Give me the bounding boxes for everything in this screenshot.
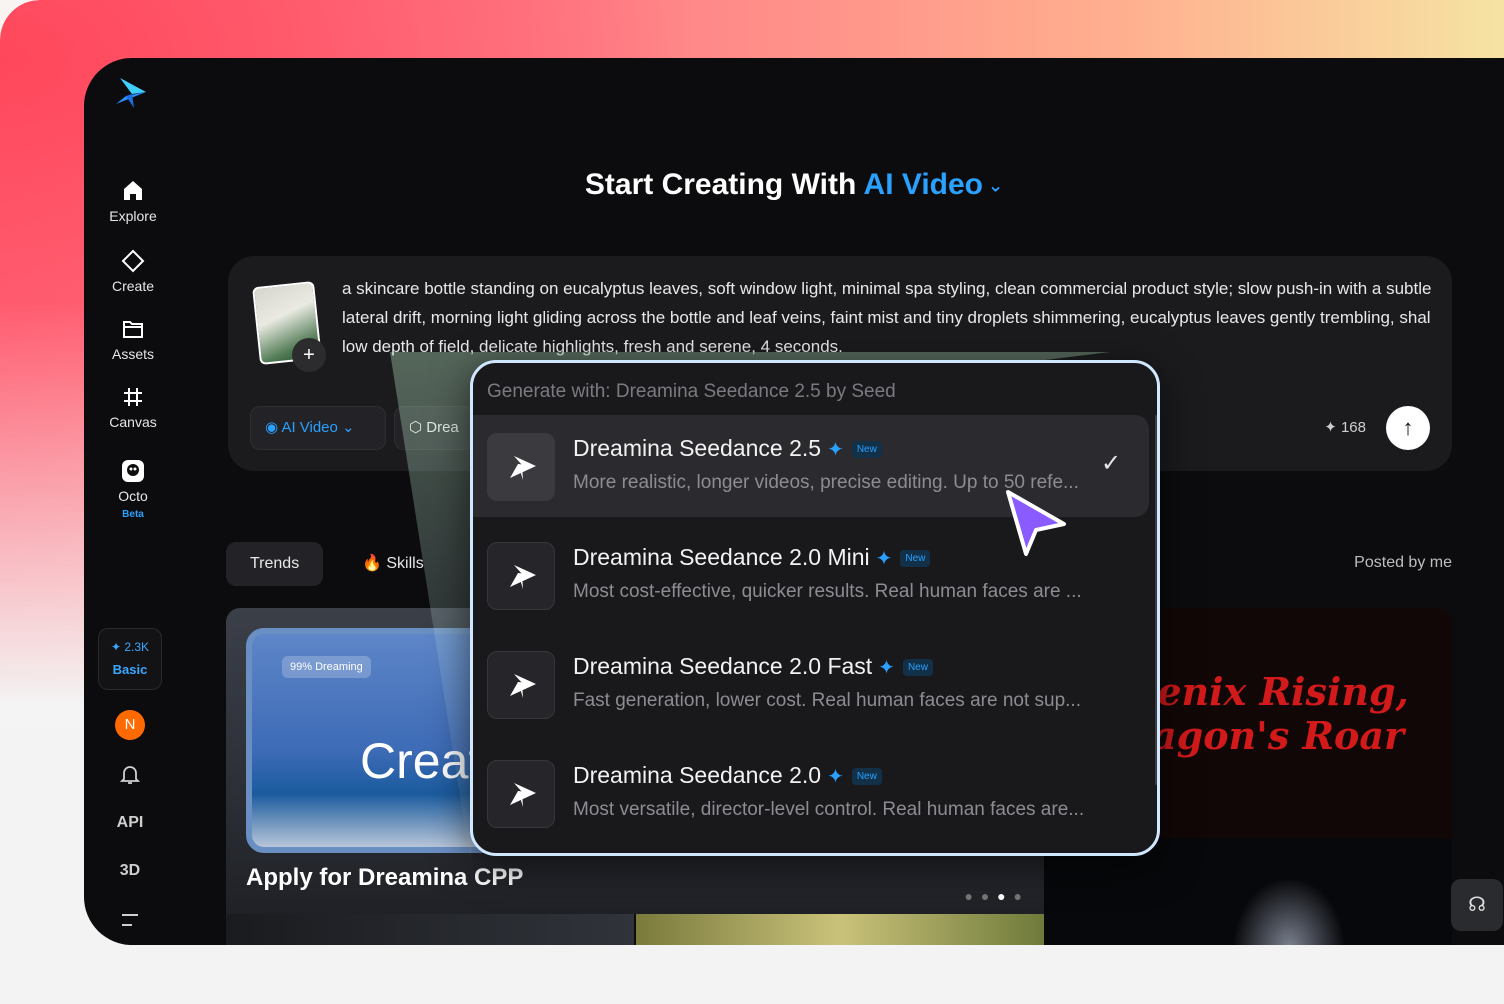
title-prefix: Start Creating With — [584, 168, 857, 201]
new-badge: New — [902, 659, 933, 677]
sparkle-icon: ✦ — [827, 439, 844, 461]
arrow-up-icon: ↑ — [1402, 415, 1414, 440]
chevron-down-icon: ⌄ — [983, 175, 1004, 196]
bell-icon[interactable] — [114, 763, 146, 785]
sparkle-icon: ✦ — [1324, 419, 1341, 436]
tab-trends[interactable]: Trends — [226, 542, 324, 586]
model-icon — [487, 651, 555, 719]
sparkle-icon: ✦ — [878, 657, 895, 679]
plan-label: Basic — [112, 662, 148, 677]
model-option-seedance-2-0-fast[interactable]: Dreamina Seedance 2.0 Fast ✦ New Fast gene… — [473, 633, 1149, 735]
video-icon: ◉ — [265, 419, 282, 436]
credits-count: 2.3K — [124, 640, 150, 654]
sparkle-icon: ✦ — [875, 548, 893, 570]
model-option-title: Dreamina Seedance 2.0 Fast — [573, 653, 873, 679]
diamond-icon — [121, 249, 145, 273]
new-badge: New — [851, 441, 882, 459]
sidebar-item-label: Assets — [111, 346, 154, 362]
3d-button[interactable]: 3D — [114, 862, 146, 880]
carousel-dots[interactable]: ● ● ● ● — [964, 888, 1024, 904]
folder-icon — [123, 321, 143, 338]
check-icon: ✓ — [1101, 450, 1122, 477]
model-option-title: Dreamina Seedance 2.5 — [573, 435, 822, 461]
sidebar-item-label: Octo — [118, 488, 148, 504]
gallery-poster[interactable]: oenix Rising, ragon's Roar — [1132, 608, 1452, 838]
model-option-description: Most versatile, director-level control. … — [573, 799, 1085, 820]
frame-icon — [124, 388, 142, 406]
send-button[interactable]: ↑ — [1386, 406, 1430, 450]
gallery-thumbnail[interactable] — [226, 914, 634, 945]
headset-icon: ☊ — [1468, 894, 1486, 916]
sidebar-item-label: Create — [111, 278, 155, 294]
cube-icon: ⬡ — [409, 419, 427, 436]
new-badge: New — [851, 768, 882, 786]
model-option-description: Most cost-effective, quicker results. Re… — [573, 581, 1082, 602]
model-option-seedance-2-0[interactable]: Dreamina Seedance 2.0 ✦ New Most versatile… — [473, 742, 1149, 844]
mode-label: AI Video — [863, 168, 984, 201]
sparkle-icon: ✦ — [827, 766, 844, 788]
banner-big-text: Creat — [360, 733, 483, 789]
model-logo-icon — [510, 674, 536, 698]
model-option-title: Dreamina Seedance 2.0 Mini — [573, 544, 870, 570]
mode-select-label: AI Video — [281, 419, 338, 436]
model-option-description: Fast generation, lower cost. Real human … — [573, 690, 1081, 711]
sidebar-item-octo[interactable]: Octo Beta — [84, 458, 182, 520]
posted-by-me-filter[interactable]: Posted by me — [1354, 554, 1452, 572]
api-button[interactable]: API — [114, 814, 146, 832]
add-reference-button[interactable]: + — [292, 338, 326, 372]
credit-cost: ✦ 168 — [1324, 419, 1366, 436]
model-icon — [487, 760, 555, 828]
model-icon — [487, 542, 555, 610]
model-logo-icon — [510, 565, 536, 589]
sidebar-item-canvas[interactable]: Canvas — [84, 384, 182, 430]
avatar[interactable]: N — [115, 710, 145, 740]
dreamina-logo — [116, 78, 146, 108]
sparkle-icon: ✦ — [110, 640, 125, 654]
sidebar-item-assets[interactable]: Assets — [84, 316, 182, 362]
sidebar-item-create[interactable]: Create — [84, 248, 182, 294]
new-badge: New — [900, 550, 931, 568]
model-select[interactable]: ⬡ Drea — [394, 406, 474, 450]
support-button[interactable]: ☊ — [1451, 879, 1503, 931]
model-logo-icon — [510, 456, 536, 480]
fire-icon: 🔥 — [362, 555, 382, 572]
beta-badge: Beta — [122, 509, 144, 520]
banner-chip: 99% Dreaming — [282, 656, 371, 678]
dropdown-scrollbar[interactable] — [1155, 415, 1157, 785]
model-dropdown: Generate with: Dreamina Seedance 2.5 by … — [470, 360, 1160, 856]
mode-select[interactable]: ◉ AI Video ⌄ — [250, 406, 386, 450]
sidebar-item-label: Canvas — [109, 414, 157, 430]
dropdown-header: Generate with: Dreamina Seedance 2.5 by … — [487, 381, 896, 402]
chevron-down-icon: ⌄ — [337, 419, 355, 436]
model-logo-icon — [510, 783, 536, 807]
sidebar-item-label: Explore — [109, 208, 157, 224]
mode-switcher[interactable]: AI Video ⌄ — [864, 168, 1004, 201]
octo-icon — [122, 460, 144, 482]
poster-text: oenix Rising, ragon's Roar — [1132, 669, 1409, 758]
tab-skills[interactable]: 🔥 Skills — [338, 542, 448, 586]
page-title: Start Creating With AI Video ⌄ — [84, 168, 1504, 202]
model-icon — [487, 433, 555, 501]
credits-plan-button[interactable]: ✦ 2.3K Basic — [98, 628, 162, 690]
banner-title: Apply for Dreamina CPP — [246, 864, 524, 891]
pointer-cursor-icon — [1006, 490, 1066, 556]
gallery-thumbnail[interactable] — [636, 914, 1044, 945]
menu-icon[interactable] — [114, 912, 146, 928]
model-select-label: Drea — [426, 419, 459, 436]
prompt-input[interactable]: a skincare bottle standing on eucalyptus… — [342, 274, 1432, 361]
model-option-title: Dreamina Seedance 2.0 — [573, 762, 822, 788]
